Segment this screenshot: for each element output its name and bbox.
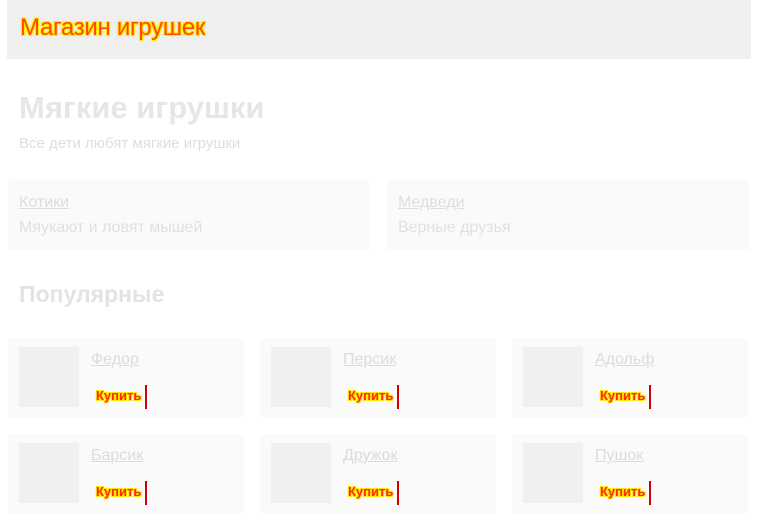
section-title-popular: Популярные	[19, 281, 165, 307]
product-image	[271, 347, 331, 407]
category-card-cats: Котики Мяукают и ловят мышей	[8, 180, 370, 250]
product-card: Дружок Купить	[260, 434, 496, 514]
site-header: Магазин игрушек	[7, 0, 751, 59]
buy-button[interactable]: Купить	[600, 385, 652, 409]
product-image	[271, 443, 331, 503]
product-card: Барсик Купить	[8, 434, 244, 514]
category-description: Верные друзья	[398, 219, 511, 236]
product-link[interactable]: Персик	[343, 351, 396, 369]
product-card: Федор Купить	[8, 338, 244, 418]
product-image	[523, 347, 583, 407]
category-link-cats[interactable]: Котики	[19, 194, 69, 212]
product-link[interactable]: Адольф	[595, 351, 654, 369]
buy-button[interactable]: Купить	[600, 481, 652, 505]
product-image	[523, 443, 583, 503]
category-link-bears[interactable]: Медведи	[398, 194, 465, 212]
product-image	[19, 347, 79, 407]
site-title[interactable]: Магазин игрушек	[20, 14, 205, 42]
category-description: Мяукают и ловят мышей	[19, 219, 203, 236]
product-link[interactable]: Пушок	[595, 447, 643, 465]
product-image	[19, 443, 79, 503]
page-title: Мягкие игрушки	[19, 90, 265, 125]
product-link[interactable]: Федор	[91, 351, 139, 369]
page-subtitle: Все дети любят мягкие игрушки	[19, 135, 241, 152]
buy-button[interactable]: Купить	[348, 385, 400, 409]
product-link[interactable]: Дружок	[343, 447, 397, 465]
product-link[interactable]: Барсик	[91, 447, 143, 465]
category-card-bears: Медведи Верные друзья	[387, 180, 749, 250]
product-card: Персик Купить	[260, 338, 496, 418]
buy-button[interactable]: Купить	[96, 481, 148, 505]
product-card: Пушок Купить	[512, 434, 748, 514]
product-card: Адольф Купить	[512, 338, 748, 418]
buy-button[interactable]: Купить	[96, 385, 148, 409]
buy-button[interactable]: Купить	[348, 481, 400, 505]
